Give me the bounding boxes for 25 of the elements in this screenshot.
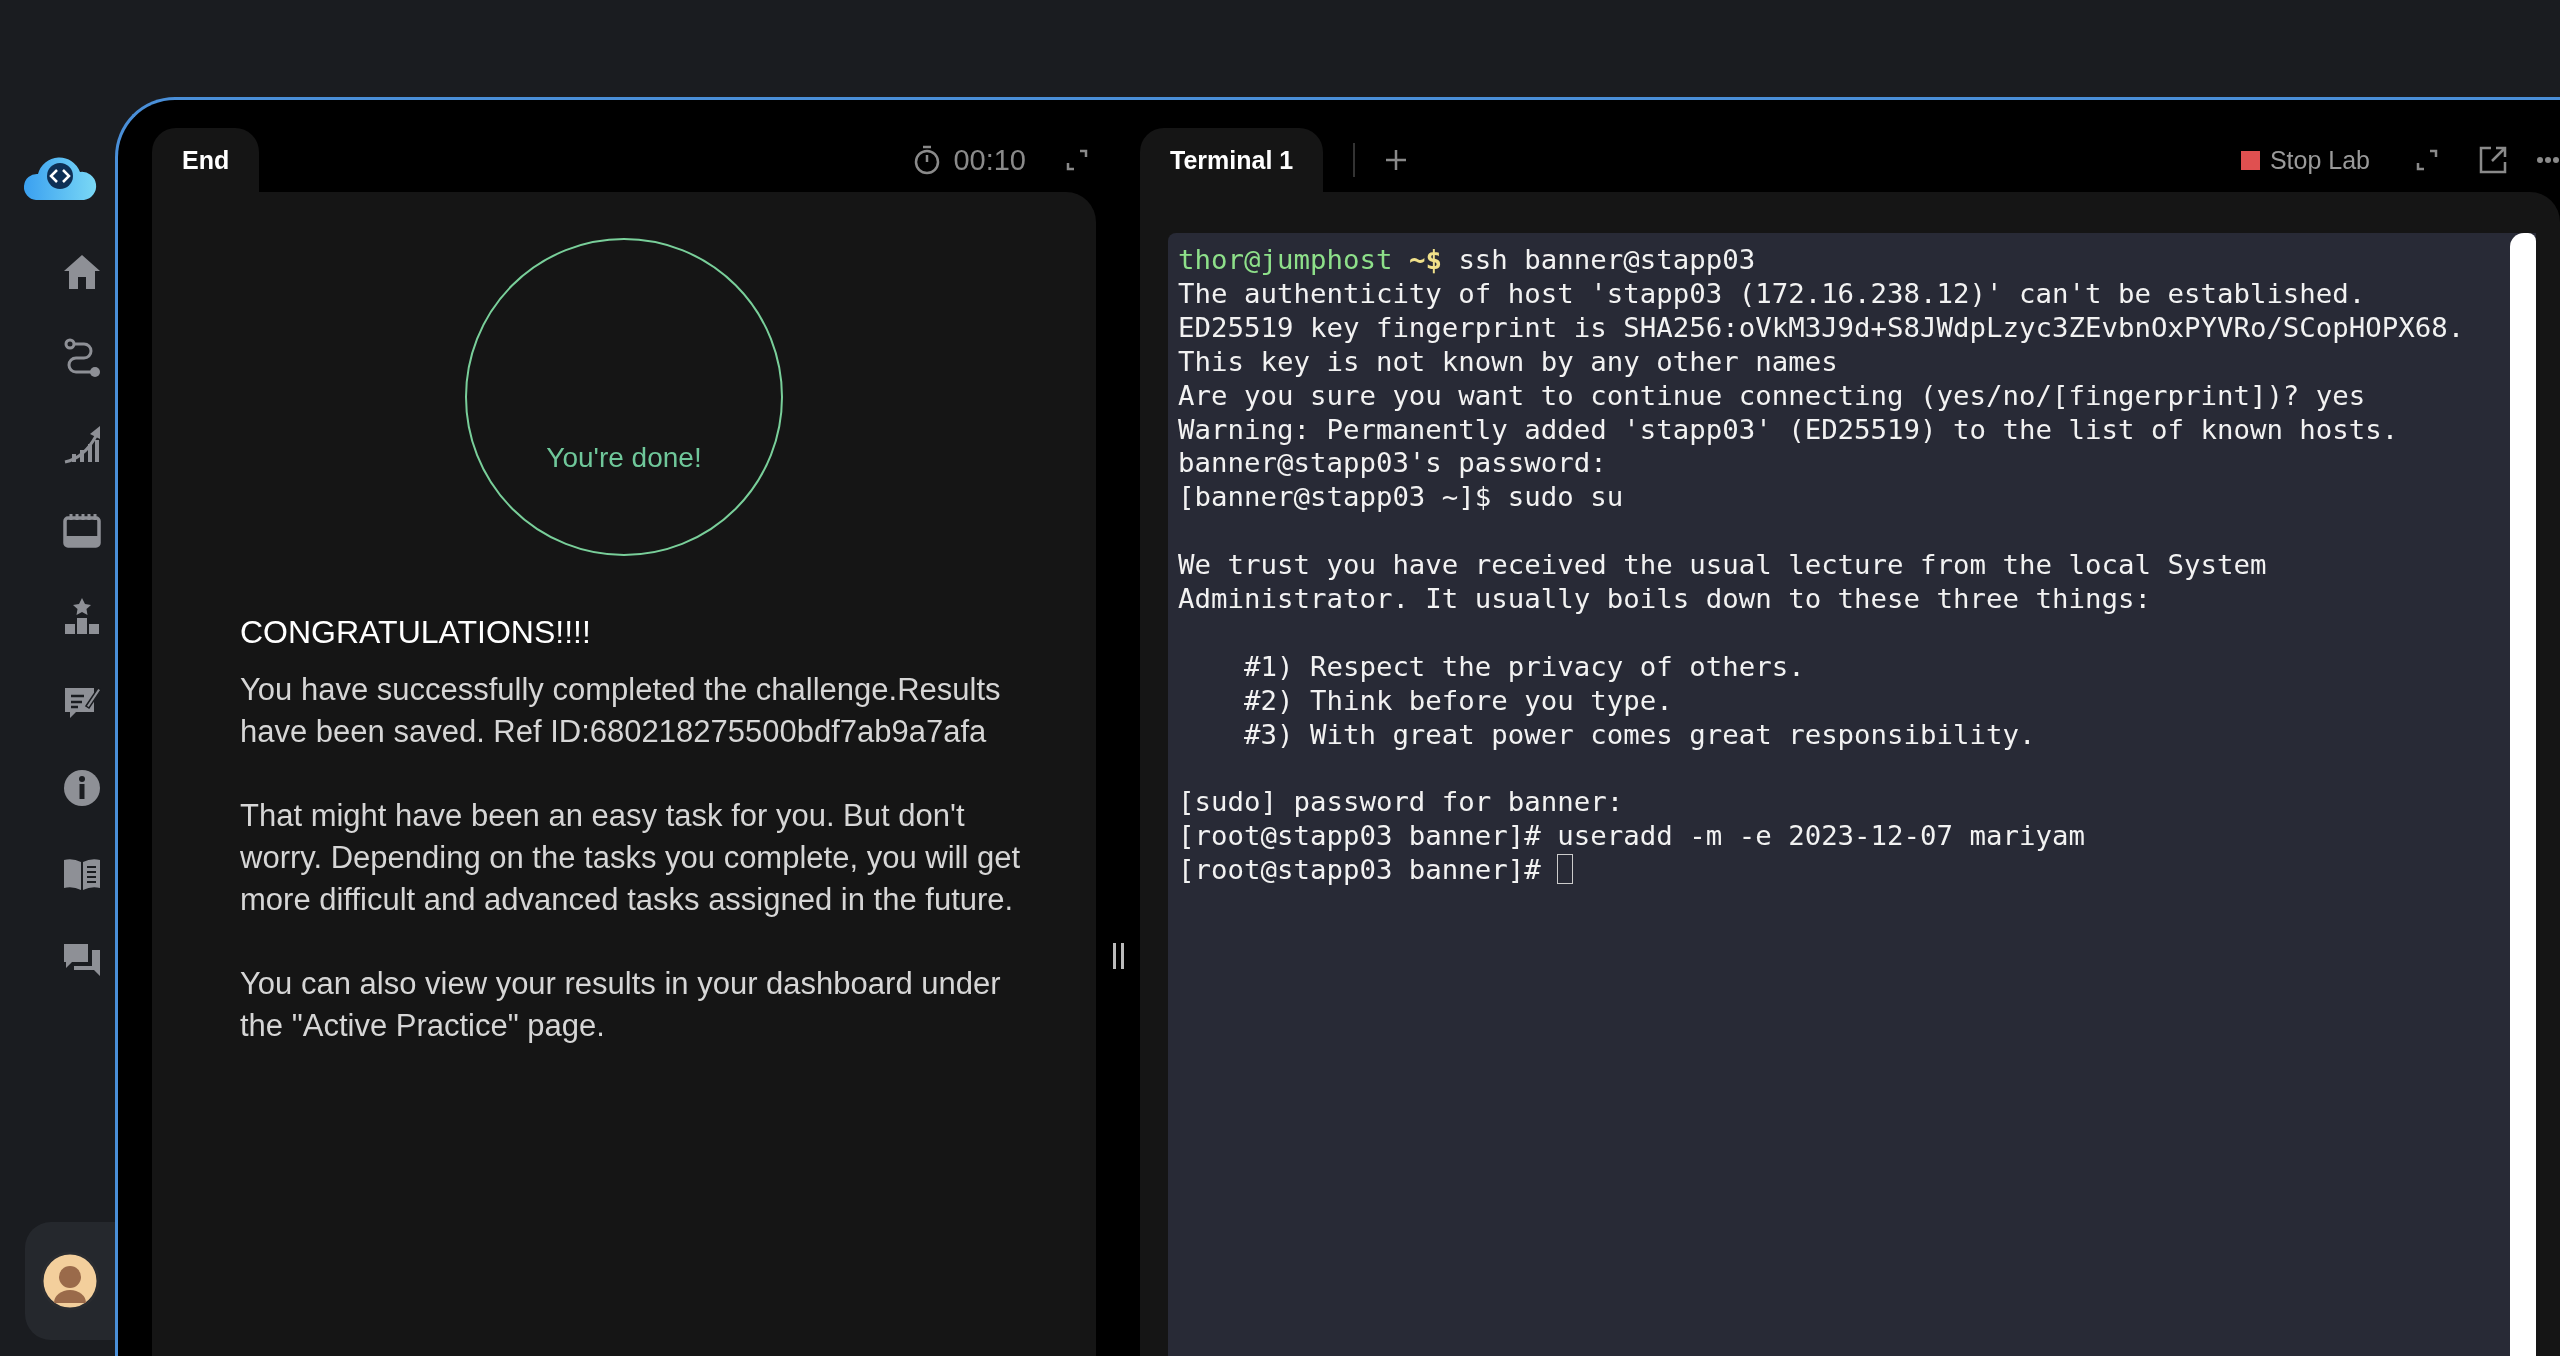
stop-lab-button[interactable]: Stop Lab bbox=[2240, 145, 2370, 175]
result-paragraph: You have successfully completed the challenge.Results have been saved. Ref ID:680218275500bdf7ab9a7afa bbox=[240, 671, 1002, 751]
terminal-line: We trust you have received the usual lecture from the local System bbox=[1178, 548, 2268, 583]
terminal-line: Administrator. It usually boils down to these three things: bbox=[1178, 582, 2152, 616]
terminal-line: #2) Think before you type. bbox=[1242, 683, 1674, 718]
terminal-line: #3) With great power comes great responsibility. bbox=[1242, 717, 2037, 752]
terminal-line: This key is not known by any other names bbox=[1178, 344, 1839, 379]
terminal-tab[interactable]: Terminal 1 bbox=[1140, 128, 1324, 192]
congratulations-heading: CONGRATULATIONS!!!! bbox=[240, 614, 592, 651]
result-paragraph: You can also view your results in your dashboard under the "Active Practice" page. bbox=[240, 965, 1002, 1045]
terminal-line: Warning: Permanently added 'stapp03' (ED25519) to the list of known hosts. bbox=[1178, 412, 2400, 447]
terminal-line: [banner@stapp03 ~]$ sudo su bbox=[1178, 480, 1625, 515]
terminal-line: #1) Respect the privacy of others. bbox=[1242, 649, 1806, 684]
terminal-line: [root@stapp03 banner]# bbox=[1178, 853, 2506, 888]
terminal-line: ED25519 key fingerprint is SHA256:oVkM3J9d+S8JWdpLzyc3ZEvbnOxPYVRo/SCopHOPX68. bbox=[1178, 310, 2466, 345]
terminal-line: [sudo] password for banner: bbox=[1178, 785, 1625, 820]
timer: 00:10 bbox=[953, 143, 1026, 177]
result-paragraph: That might have been an easy task for you. But don't worry. Depending on the tasks you complete, you will get more difficult and advanced tasks assigned in the future. bbox=[240, 797, 1021, 919]
terminal-line: Are you sure you want to continue connecting (yes/no/[fingerprint])? yes bbox=[1178, 378, 2367, 413]
terminal-line: [root@stapp03 banner]# useradd -m -e 2023-12-07 mariyam bbox=[1178, 819, 2086, 854]
terminal-line: The authenticity of host 'stapp03 (172.16.238.12)' can't be established. bbox=[1178, 276, 2367, 311]
tab[interactable]: End bbox=[152, 128, 260, 192]
completion-status: You're done! bbox=[546, 442, 702, 474]
terminal-line: banner@stapp03's password: bbox=[1178, 446, 1608, 481]
terminal-line: thor@jumphost ~$ ssh banner@stapp03 bbox=[1178, 243, 1757, 277]
